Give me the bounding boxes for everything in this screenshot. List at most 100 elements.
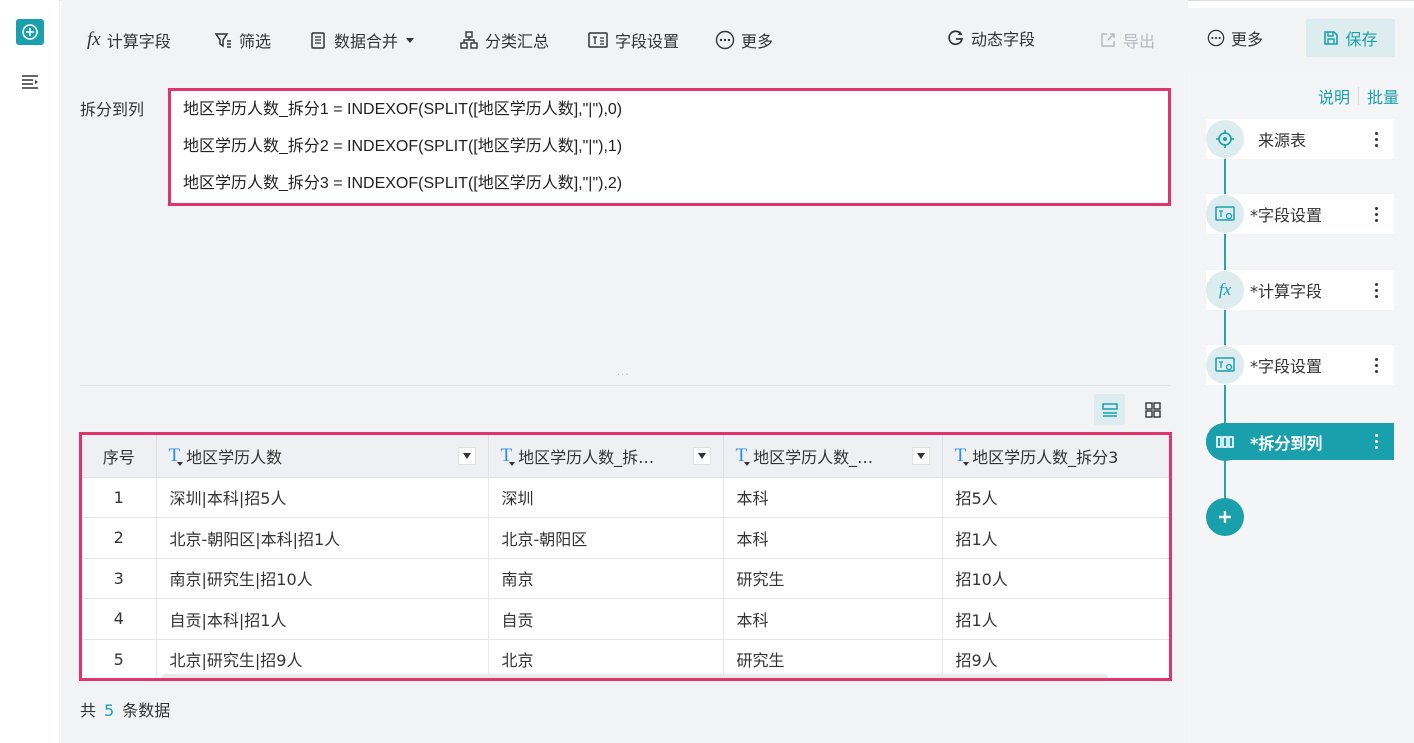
collapse-menu-icon[interactable] bbox=[20, 72, 40, 92]
explain-link[interactable]: 说明 bbox=[1318, 84, 1350, 108]
step-source-table[interactable]: 来源表 bbox=[1206, 119, 1394, 159]
more-button-right[interactable]: 更多 bbox=[1207, 6, 1263, 70]
export-icon bbox=[1101, 33, 1115, 47]
more-circle-icon bbox=[715, 30, 735, 50]
table-row: 3 南京|研究生|招10人 南京 研究生 招10人 bbox=[82, 558, 1169, 599]
table-cell: 招1人 bbox=[942, 598, 1169, 640]
table-row: 4 自贡|本科|招1人 自贡 本科 招1人 bbox=[82, 598, 1169, 640]
record-count-suffix: 条数据 bbox=[122, 701, 171, 720]
table-cell: 招10人 bbox=[942, 558, 1169, 599]
more-label-right: 更多 bbox=[1231, 30, 1264, 49]
step-label: *计算字段 bbox=[1250, 282, 1323, 301]
row-index: 5 bbox=[82, 639, 157, 678]
table-cell: 自贡|本科|招1人 bbox=[156, 598, 489, 640]
field-settings-button[interactable]: 字段设置 bbox=[587, 8, 679, 72]
group-summary-button[interactable]: 分类汇总 bbox=[459, 8, 549, 72]
table-header-row: 序号 T 地区学历人数 T 地区学历人数_拆… T 地区学历人数_… T 地区学历人数_… bbox=[82, 435, 1169, 478]
filter-button[interactable]: 筛选 bbox=[213, 8, 271, 72]
plus-icon bbox=[1219, 511, 1231, 523]
column-header-label: 地区学历人数_拆… bbox=[518, 447, 655, 467]
source-icon bbox=[1206, 120, 1244, 158]
column-header[interactable]: T 地区学历人数_拆… bbox=[488, 435, 724, 478]
table-cell: 本科 bbox=[723, 598, 943, 640]
merge-icon bbox=[311, 32, 325, 49]
dynamic-field-button[interactable]: 动态字段 bbox=[947, 6, 1035, 70]
column-header[interactable]: T 地区学历人数_拆分3 bbox=[942, 435, 1169, 478]
field-settings-icon bbox=[1206, 346, 1244, 384]
step-label: *拆分到列 bbox=[1250, 433, 1323, 453]
row-index: 4 bbox=[82, 598, 157, 640]
caret-down-icon bbox=[406, 38, 415, 43]
list-view-icon bbox=[1101, 402, 1118, 417]
save-button[interactable]: 保存 bbox=[1306, 19, 1395, 57]
step-label: 来源表 bbox=[1258, 131, 1307, 150]
dynamic-field-label: 动态字段 bbox=[971, 30, 1036, 49]
table-cell: 本科 bbox=[723, 477, 943, 518]
table-cell: 研究生 bbox=[723, 558, 943, 599]
text-type-icon: T bbox=[500, 444, 515, 466]
data-merge-button[interactable]: 数据合并 bbox=[308, 8, 416, 72]
kebab-menu-icon[interactable] bbox=[1366, 357, 1386, 373]
add-step-button[interactable] bbox=[1206, 498, 1244, 536]
table-cell: 招5人 bbox=[942, 477, 1169, 518]
field-settings-icon bbox=[588, 32, 608, 48]
calc-field-button[interactable]: fx 计算字段 bbox=[87, 8, 171, 72]
formula-line: 地区学历人数_拆分1 = INDEXOF(SPLIT([地区学历人数],"|")… bbox=[183, 101, 623, 118]
filter-icon bbox=[214, 33, 231, 48]
toolbar: fx 计算字段 筛选 数据合并 分类汇总 字段设置 更多 动态字段 导出 更多 … bbox=[61, 8, 1414, 72]
column-header-index: 序号 bbox=[82, 435, 157, 478]
field-settings-label: 字段设置 bbox=[615, 32, 680, 51]
steps-panel-links: 说明 批量 bbox=[1318, 84, 1399, 108]
grid-view-button[interactable] bbox=[1137, 394, 1168, 425]
list-view-button[interactable] bbox=[1094, 394, 1125, 425]
kebab-menu-icon[interactable] bbox=[1366, 206, 1386, 222]
group-summary-label: 分类汇总 bbox=[485, 32, 550, 51]
kebab-menu-icon[interactable] bbox=[1366, 434, 1386, 449]
batch-link[interactable]: 批量 bbox=[1367, 84, 1399, 108]
more-label-left: 更多 bbox=[741, 32, 774, 51]
formula-editor[interactable]: 地区学历人数_拆分1 = INDEXOF(SPLIT([地区学历人数],"|")… bbox=[168, 88, 1171, 206]
text-type-icon: T bbox=[735, 444, 750, 466]
calc-field-label: 计算字段 bbox=[106, 32, 171, 51]
table-cell: 北京-朝阳区 bbox=[488, 517, 724, 559]
column-dropdown-icon[interactable] bbox=[457, 446, 476, 465]
left-rail bbox=[0, 0, 60, 743]
data-preview-table: 序号 T 地区学历人数 T 地区学历人数_拆… T 地区学历人数_… T 地区学历人数_… bbox=[79, 432, 1172, 681]
section-divider bbox=[80, 385, 1170, 386]
column-header[interactable]: T 地区学历人数 bbox=[156, 435, 489, 478]
field-settings-icon bbox=[1206, 195, 1244, 233]
step-calc-field[interactable]: fx *计算字段 bbox=[1206, 270, 1394, 310]
link-separator bbox=[1358, 87, 1360, 105]
kebab-menu-icon[interactable] bbox=[1366, 282, 1386, 298]
text-type-icon: T bbox=[168, 444, 183, 466]
step-split-to-columns[interactable]: *拆分到列 bbox=[1206, 422, 1394, 461]
resize-handle[interactable]: ... bbox=[617, 367, 630, 378]
kebab-menu-icon[interactable] bbox=[1366, 131, 1386, 147]
steps-panel bbox=[1188, 72, 1414, 743]
column-header-label: 地区学历人数 bbox=[186, 447, 283, 467]
table-row: 2 北京-朝阳区|本科|招1人 北京-朝阳区 本科 招1人 bbox=[82, 517, 1169, 559]
grid-view-icon bbox=[1144, 401, 1161, 418]
table-cell: 深圳 bbox=[488, 477, 724, 518]
more-button-left[interactable]: 更多 bbox=[715, 8, 773, 72]
record-count-number: 5 bbox=[104, 701, 115, 720]
step-field-settings-1[interactable]: *字段设置 bbox=[1206, 194, 1394, 234]
step-field-settings-2[interactable]: *字段设置 bbox=[1206, 345, 1394, 385]
hierarchy-icon bbox=[460, 31, 478, 49]
table-cell: 深圳|本科|招5人 bbox=[156, 477, 489, 518]
row-index: 1 bbox=[82, 477, 157, 518]
step-label: *字段设置 bbox=[1250, 357, 1323, 376]
text-type-icon: T bbox=[954, 444, 969, 466]
step-label: *字段设置 bbox=[1250, 206, 1323, 225]
plus-circle-icon bbox=[22, 24, 38, 40]
table-cell: 招1人 bbox=[942, 517, 1169, 559]
column-dropdown-icon[interactable] bbox=[692, 446, 711, 465]
column-header[interactable]: T 地区学历人数_… bbox=[723, 435, 943, 478]
export-label: 导出 bbox=[1123, 32, 1156, 51]
fx-icon: fx bbox=[87, 29, 101, 50]
column-dropdown-icon[interactable] bbox=[911, 446, 930, 465]
column-header-label: 地区学历人数_拆分3 bbox=[972, 447, 1119, 467]
add-table-button[interactable] bbox=[16, 19, 44, 45]
fx-icon: fx bbox=[1206, 271, 1244, 309]
export-button[interactable]: 导出 bbox=[1099, 8, 1155, 72]
